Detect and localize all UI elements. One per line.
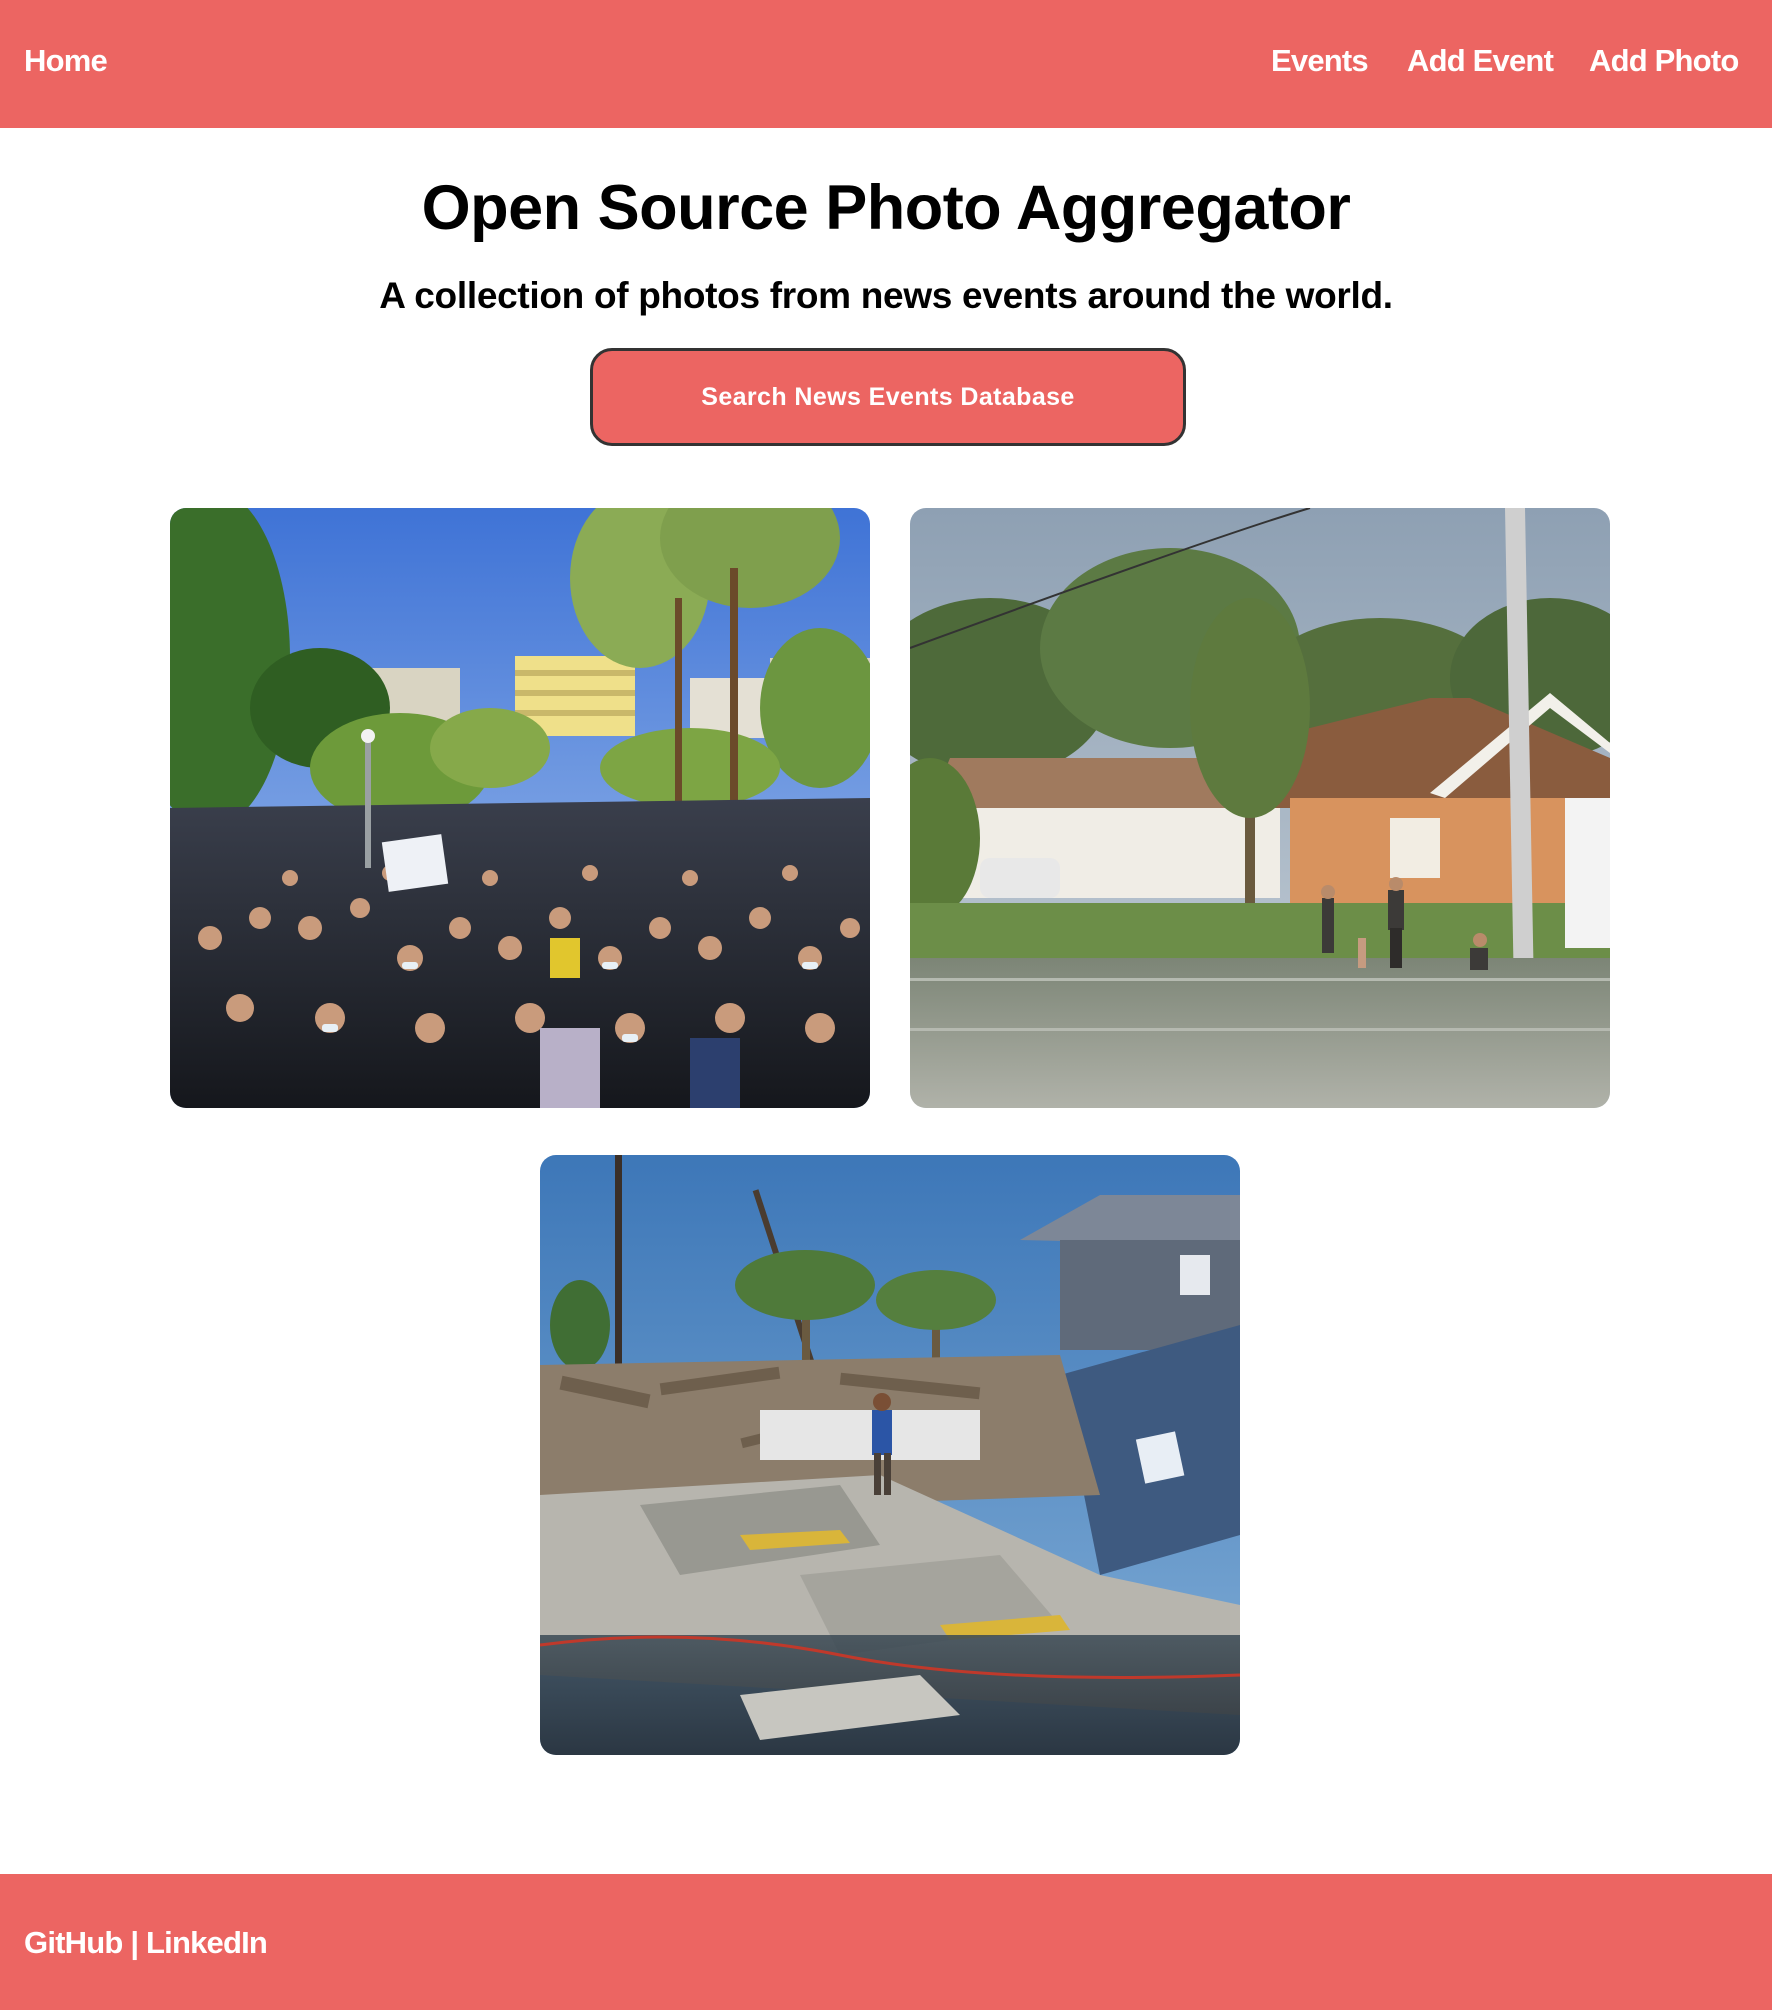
nav-events-link[interactable]: Events (1271, 0, 1369, 122)
photo-hurricane-damage[interactable] (540, 1155, 1240, 1755)
footer-links: GitHub | LinkedIn (24, 1874, 268, 2010)
github-link[interactable]: GitHub (24, 1925, 123, 1960)
flooded-street-image (910, 508, 1610, 1108)
protest-crowd-image (170, 508, 870, 1108)
linkedin-link[interactable]: LinkedIn (146, 1925, 268, 1960)
photo-flooded-street[interactable] (910, 508, 1610, 1108)
search-events-button[interactable]: Search News Events Database (590, 348, 1186, 446)
nav-add-event-link[interactable]: Add Event (1407, 0, 1554, 122)
nav-add-photo-link[interactable]: Add Photo (1589, 0, 1739, 122)
page-subtitle: A collection of photos from news events … (379, 275, 1393, 316)
page: Home Events Add Event Add Photo Open Sou… (0, 0, 1772, 2010)
hurricane-damage-image (540, 1155, 1240, 1755)
page-title: Open Source Photo Aggregator (421, 173, 1351, 243)
nav-home-link[interactable]: Home (24, 0, 108, 122)
footer-separator: | (122, 1925, 147, 1960)
top-navbar: Home Events Add Event Add Photo (0, 0, 1772, 128)
photo-protest-crowd[interactable] (170, 508, 870, 1108)
footer: GitHub | LinkedIn (0, 1874, 1772, 2010)
